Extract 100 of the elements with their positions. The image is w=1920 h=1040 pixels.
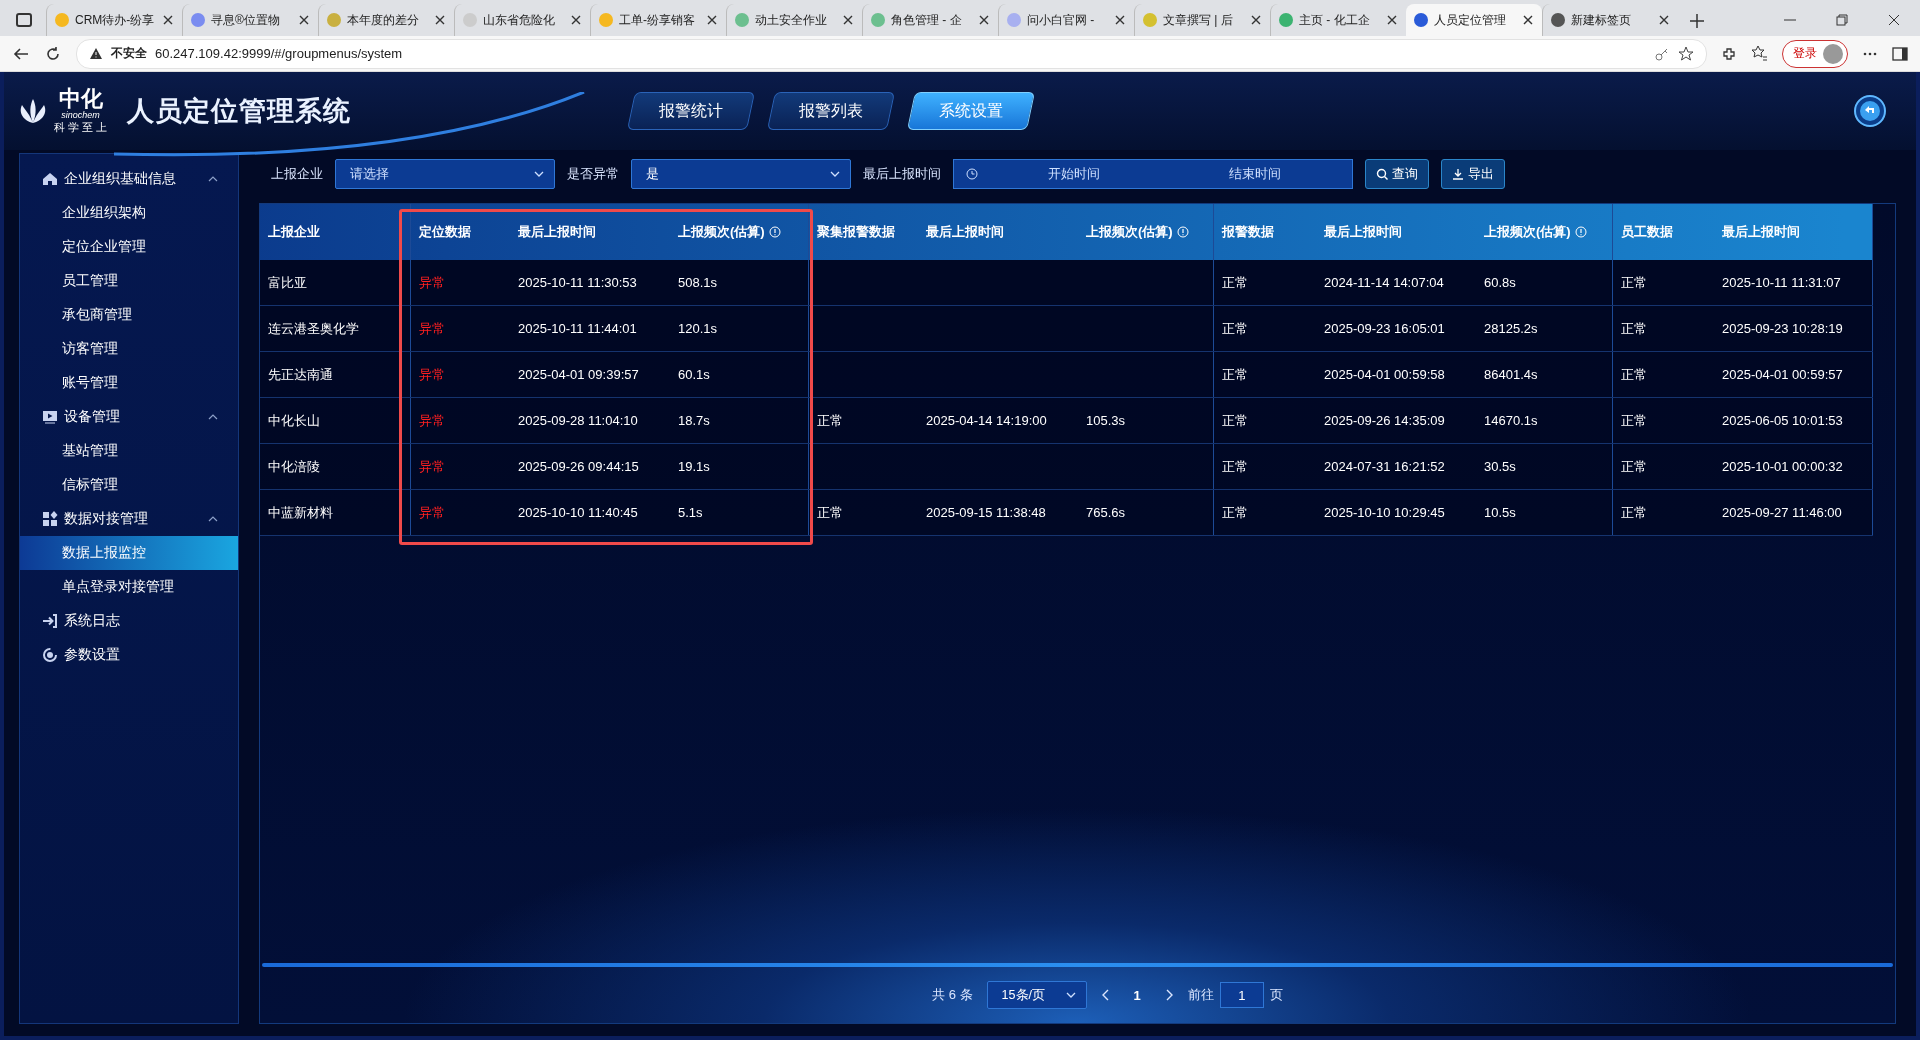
enter-icon — [42, 613, 58, 629]
info-icon[interactable] — [1176, 226, 1189, 238]
date-field[interactable]: 结束时间 — [1169, 165, 1340, 183]
close-icon[interactable] — [1114, 14, 1126, 26]
column-header: 上报频次(估算) — [670, 204, 808, 260]
reload-icon[interactable] — [44, 44, 62, 63]
info-icon[interactable] — [768, 226, 781, 238]
grid-icon — [42, 511, 58, 527]
table-cell: 2025-09-28 11:04:10 — [510, 397, 670, 444]
address-field[interactable]: 不安全 60.247.109.42:9999/#/groupmenus/system — [76, 38, 1707, 69]
table-cell: 中化涪陵 — [260, 443, 410, 490]
browser-tab[interactable]: 人员定位管理 — [1406, 4, 1542, 36]
status-text: 正常 — [1221, 274, 1248, 290]
horizontal-scrollbar[interactable] — [262, 963, 1893, 967]
sidebar-group[interactable]: 数据对接管理 — [20, 502, 238, 536]
app-title: 人员定位管理系统 — [127, 95, 352, 128]
download-icon — [1452, 168, 1464, 180]
sidebar-group[interactable]: 系统日志 — [20, 604, 238, 638]
tab-actions-icon[interactable] — [16, 13, 32, 27]
column-header: 上报频次(估算) — [1476, 204, 1612, 260]
status-text: 正常 — [1620, 366, 1647, 382]
company-select[interactable]: 请选择 — [335, 159, 555, 189]
clock-icon — [966, 168, 978, 180]
sidebar-item[interactable]: 定位企业管理 — [20, 230, 238, 264]
close-icon[interactable] — [434, 14, 446, 26]
status-text: 正常 — [1620, 412, 1647, 428]
search-button[interactable]: 查询 — [1365, 159, 1429, 189]
logo-text: 中化 — [58, 87, 103, 110]
close-icon[interactable] — [1888, 14, 1900, 26]
tab-favicon-icon — [1551, 13, 1565, 27]
sidebar-item[interactable]: 数据上报监控 — [20, 536, 238, 570]
table-cell: 60.8s — [1476, 260, 1612, 306]
column-header: 最后上报时间 — [510, 204, 670, 260]
close-icon[interactable] — [706, 14, 718, 26]
sidebar-item[interactable]: 基站管理 — [20, 434, 238, 468]
extensions-icon[interactable] — [1721, 45, 1737, 62]
sidebar-item[interactable]: 承包商管理 — [20, 298, 238, 332]
tab-favicon-icon — [1143, 13, 1157, 27]
sidebar-item[interactable]: 单点登录对接管理 — [20, 570, 238, 604]
chevron-icon — [830, 171, 840, 177]
close-icon[interactable] — [570, 14, 582, 26]
previous-page-icon[interactable] — [1100, 989, 1110, 1001]
sidebar-item[interactable]: 账号管理 — [20, 366, 238, 400]
export-button[interactable]: 导出 — [1441, 159, 1505, 189]
column-header: 聚集报警数据 — [808, 204, 918, 260]
status-text: 正常 — [1221, 366, 1248, 382]
close-icon[interactable] — [162, 14, 174, 26]
tab-favicon-icon — [55, 13, 69, 27]
new-tab-icon[interactable] — [1690, 14, 1704, 28]
favorites-icon[interactable] — [1751, 45, 1768, 62]
page-input[interactable]: 1 — [1219, 982, 1264, 1008]
page-number[interactable]: 1 — [1133, 987, 1141, 1003]
settings-icon — [42, 647, 58, 663]
sidebar-item[interactable]: 信标管理 — [20, 468, 238, 502]
logo-motto: 科 学 至 上 — [54, 119, 108, 135]
table-cell: 2025-04-01 09:39:57 — [510, 351, 670, 398]
status-text: 异常 — [418, 274, 445, 290]
chevron-icon — [1065, 992, 1076, 998]
table-cell: 2025-04-01 00:59:58 — [1316, 351, 1476, 398]
table-cell: 508.1s — [670, 260, 808, 306]
close-icon[interactable] — [1250, 14, 1262, 26]
close-icon[interactable] — [298, 14, 310, 26]
sidebar-item[interactable]: 员工管理 — [20, 264, 238, 298]
login-button[interactable]: 登录 — [1782, 39, 1848, 68]
table-cell: 765.6s — [1078, 489, 1213, 536]
restore-icon[interactable] — [1836, 14, 1848, 26]
status-text: 正常 — [816, 412, 843, 428]
star-icon[interactable] — [1678, 45, 1694, 62]
abnormal-select[interactable]: 是 — [631, 159, 851, 189]
close-icon[interactable] — [1386, 14, 1398, 26]
column-header: 最后上报时间 — [918, 204, 1078, 260]
status-text: 正常 — [1620, 504, 1647, 520]
page-label: 页 — [1269, 986, 1283, 1004]
next-page-icon[interactable] — [1164, 989, 1174, 1001]
sidebar-item[interactable]: 访客管理 — [20, 332, 238, 366]
back-button[interactable] — [1854, 95, 1886, 127]
column-header: 上报频次(估算) — [1078, 204, 1213, 260]
column-header: 员工数据 — [1612, 204, 1714, 260]
table-cell: 30.5s — [1476, 443, 1612, 490]
sidebar-item[interactable]: 企业组织架构 — [20, 196, 238, 230]
status-text: 正常 — [1221, 504, 1248, 520]
close-icon[interactable] — [978, 14, 990, 26]
date-field[interactable]: 开始时间 — [988, 165, 1159, 183]
logo-subtitle: sinochem — [61, 109, 100, 120]
close-icon[interactable] — [1522, 14, 1534, 26]
info-icon[interactable] — [1574, 226, 1587, 238]
table-cell: 连云港圣奥化学 — [260, 305, 410, 352]
page-size-select[interactable]: 15条/页 — [986, 981, 1087, 1009]
sidebar-group[interactable]: 设备管理 — [20, 400, 238, 434]
tab-favicon-icon — [191, 13, 205, 27]
table-cell: 2024-11-14 14:07:04 — [1316, 260, 1476, 306]
sidebar-group[interactable]: 企业组织基础信息 — [20, 162, 238, 196]
close-icon[interactable] — [842, 14, 854, 26]
close-icon[interactable] — [1658, 14, 1670, 26]
sidebar-icon[interactable] — [1892, 45, 1908, 62]
sidebar-group[interactable]: 参数设置 — [20, 638, 238, 672]
url-text: 60.247.109.42:9999/#/groupmenus/system — [155, 46, 404, 61]
status-text: 正常 — [1221, 320, 1248, 336]
table-cell: 2025-09-15 11:38:48 — [918, 489, 1078, 536]
home-icon — [42, 171, 58, 187]
